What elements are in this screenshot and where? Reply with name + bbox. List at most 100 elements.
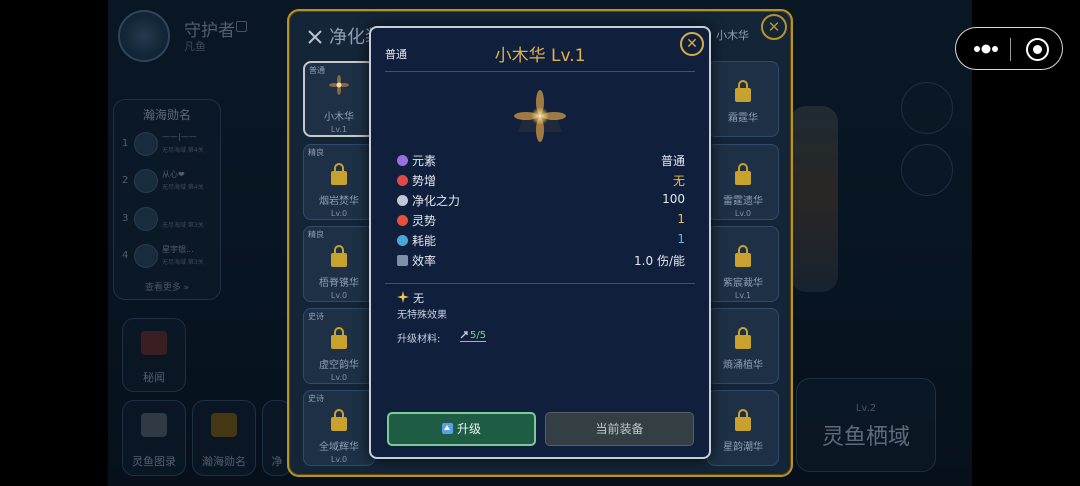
equip-tile[interactable]: 雷霆遗华 Lv.0 xyxy=(707,144,779,220)
flower-icon xyxy=(329,75,349,95)
lock-icon xyxy=(331,245,347,267)
domain-level: Lv.2 xyxy=(855,403,877,414)
ranking-row[interactable]: 2 从心❤ 无尽海域 第4关 xyxy=(120,167,216,197)
ranking-row[interactable]: 1 ——|—— 无尽海域 第4关 xyxy=(120,130,216,160)
equipped-button[interactable]: 当前装备 xyxy=(545,412,694,446)
crossed-swords-icon xyxy=(308,30,322,44)
target-icon xyxy=(397,175,408,186)
tile-rarity: 普通 xyxy=(309,66,325,75)
rank-progress: 无尽海域 第3关 xyxy=(162,222,204,229)
ranking-panel[interactable]: 瀚海勋名 1 ——|—— 无尽海域 第4关 2 从心❤ 无尽海域 第4关 3 无… xyxy=(113,99,221,300)
stat-value: 无 xyxy=(672,174,685,188)
codex-label: 灵鱼图录 xyxy=(132,455,176,468)
ranking-row[interactable]: 3 无尽海域 第3关 xyxy=(120,205,216,235)
lock-icon xyxy=(735,245,751,267)
tile-rarity: 史诗 xyxy=(308,394,324,403)
equip-tile[interactable]: 普通 小木华 Lv.1 xyxy=(303,61,375,137)
rank-progress: 无尽海域 第4关 xyxy=(162,147,204,154)
tile-name: 虚空韵华 xyxy=(319,360,359,371)
stat-value: 1 xyxy=(677,232,685,246)
edit-icon[interactable] xyxy=(236,21,247,32)
tile-name: 烟岩焚华 xyxy=(319,196,359,207)
lock-icon xyxy=(735,80,751,102)
stat-row-energy-cost: 耗能 1 xyxy=(397,232,685,250)
equip-tile[interactable]: 熵涌植华 xyxy=(707,308,779,384)
ranking-title: 瀚海勋名 xyxy=(142,108,191,122)
trophy-icon xyxy=(211,413,237,437)
rank-name: 星宇银... xyxy=(162,245,194,254)
tile-level: Lv.0 xyxy=(330,209,348,218)
tile-level: Lv.0 xyxy=(330,455,348,464)
domain-name: 灵鱼栖域 xyxy=(821,425,910,450)
equip-tile[interactable]: 史诗 全域辉华 Lv.0 xyxy=(303,390,375,466)
rank-number: 1 xyxy=(122,138,129,149)
lock-icon xyxy=(331,163,347,185)
stat-row-element: 元素 普通 xyxy=(397,152,685,170)
equipment-close-button[interactable]: ✕ xyxy=(761,14,787,40)
codex-button[interactable]: 灵鱼图录 xyxy=(122,400,186,476)
scroll-icon xyxy=(141,331,167,355)
rank-name: ——|—— xyxy=(162,132,197,141)
mail-button[interactable] xyxy=(901,82,953,134)
tile-name: 小木华 xyxy=(324,112,354,123)
stat-label: 灵势 xyxy=(412,214,437,228)
tile-level: Lv.1 xyxy=(734,291,752,300)
stat-label: 耗能 xyxy=(412,234,437,248)
material-icon xyxy=(460,331,468,339)
upgrade-button[interactable]: 升级 xyxy=(387,412,536,446)
rank-progress: 无尽海域 第3关 xyxy=(162,259,204,266)
honor-label: 瀚海勋名 xyxy=(202,455,246,468)
domain-button[interactable]: Lv.2 灵鱼栖域 xyxy=(796,378,936,472)
material-count-text: 5/5 xyxy=(470,330,487,341)
view-more-link[interactable]: 查看更多 » xyxy=(114,280,220,293)
rank-avatar xyxy=(134,132,158,156)
element-icon xyxy=(397,155,408,166)
mini-program-capsule xyxy=(955,27,1063,70)
honor-button[interactable]: 瀚海勋名 xyxy=(192,400,256,476)
close-button[interactable]: ✕ xyxy=(680,32,704,56)
material-label: 升级材料: xyxy=(397,334,441,345)
tile-name: 熵涌植华 xyxy=(723,360,763,371)
rank-avatar xyxy=(134,244,158,268)
secret-button[interactable]: 秘闻 xyxy=(122,318,186,392)
lock-icon xyxy=(735,409,751,431)
book-icon xyxy=(141,413,167,437)
equip-tile[interactable]: 精良 梧脊镌华 Lv.0 xyxy=(303,226,375,302)
energy-icon xyxy=(397,235,408,246)
player-avatar[interactable] xyxy=(118,10,170,62)
tile-name: 全域辉华 xyxy=(319,442,359,453)
material-count[interactable]: 5/5 xyxy=(460,330,487,342)
ranking-row[interactable]: 4 星宇银... 无尽海域 第3关 xyxy=(120,242,216,272)
equip-tile[interactable]: 霜霆华 xyxy=(707,61,779,137)
divider xyxy=(385,71,695,72)
secret-label: 秘闻 xyxy=(143,371,165,384)
rank-number: 2 xyxy=(122,175,129,186)
equip-tile[interactable]: 星韵潮华 xyxy=(707,390,779,466)
stat-row-spirit: 灵势 1 xyxy=(397,212,685,230)
lock-icon xyxy=(331,409,347,431)
capsule-divider xyxy=(1010,38,1011,61)
tile-rarity: 精良 xyxy=(308,148,324,157)
special-title: 无 xyxy=(413,292,424,305)
tile-level: Lv.0 xyxy=(330,373,348,382)
stat-label: 净化之力 xyxy=(412,194,461,208)
lock-icon xyxy=(735,163,751,185)
tile-name: 雷霆遗华 xyxy=(723,196,763,207)
equip-tile[interactable]: 精良 烟岩焚华 Lv.0 xyxy=(303,144,375,220)
rank-progress: 无尽海域 第4关 xyxy=(162,184,204,191)
stat-label: 势增 xyxy=(412,174,437,188)
crossed-swords-icon xyxy=(397,195,408,206)
settings-button[interactable] xyxy=(901,144,953,196)
fish-artwork xyxy=(790,106,838,292)
rank-avatar xyxy=(134,207,158,231)
tile-level: Lv.0 xyxy=(734,209,752,218)
more-icon[interactable] xyxy=(970,42,1002,56)
stat-value: 普通 xyxy=(660,154,685,168)
tile-level: Lv.0 xyxy=(330,291,348,300)
equip-tile[interactable]: 史诗 虚空韵华 Lv.0 xyxy=(303,308,375,384)
exit-icon[interactable] xyxy=(1026,38,1049,61)
lock-icon xyxy=(331,327,347,349)
equip-tile[interactable]: 紫宸裁华 Lv.1 xyxy=(707,226,779,302)
burst-icon xyxy=(397,215,408,226)
upgrade-label: 升级 xyxy=(456,422,481,436)
